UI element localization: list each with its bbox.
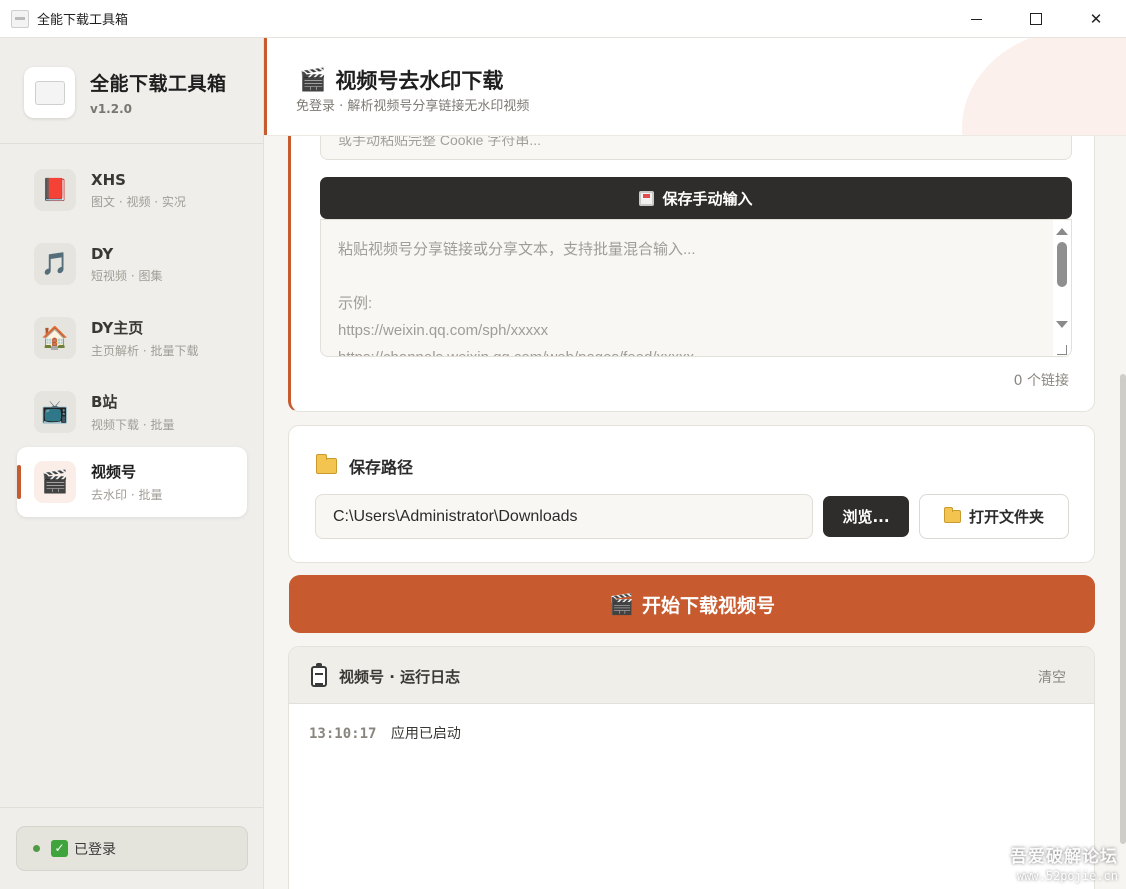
sidebar-item-subtitle: 主页解析 · 批量下载: [91, 344, 199, 358]
save-manual-label: 保存手动输入: [662, 189, 753, 208]
sidebar-divider: [0, 143, 263, 144]
open-folder-button[interactable]: 打开文件夹: [919, 494, 1069, 539]
folder-icon: [943, 507, 961, 523]
house-icon: 🏠: [34, 317, 76, 359]
resize-grip-icon[interactable]: [1057, 345, 1067, 355]
header-decoration: [962, 38, 1126, 135]
app-logo: [24, 67, 75, 118]
open-folder-label: 打开文件夹: [968, 508, 1044, 526]
app-window-icon: [11, 9, 29, 28]
sidebar-item-bilibili[interactable]: 📺 B站 视频下载 · 批量: [17, 377, 247, 447]
sidebar-item-subtitle: 图文 · 视频 · 实况: [91, 194, 186, 209]
tv-icon: 📺: [34, 391, 76, 433]
log-entry: 13:10:17 应用已启动: [309, 723, 461, 743]
scroll-up-icon[interactable]: [1056, 228, 1068, 235]
sidebar-item-label: B站: [91, 393, 118, 411]
log-card: 视频号 · 运行日志 清空 13:10:17 应用已启动: [288, 646, 1095, 889]
sidebar-item-label: DY: [91, 244, 114, 263]
forum-watermark: 吾爱破解论坛 www.52pojie.cn: [1010, 842, 1118, 883]
clear-log-button[interactable]: 清空: [1038, 667, 1066, 687]
sidebar-item-channels[interactable]: 🎬 视频号 去水印 · 批量: [17, 447, 247, 517]
main-scrollbar[interactable]: [1120, 374, 1126, 844]
clapper-icon: 🎬: [299, 67, 327, 93]
floppy-disk-icon: [639, 190, 655, 206]
book-icon: 📕: [34, 169, 76, 211]
sidebar: 全能下载工具箱 v1.2.0 📕 XHS 图文 · 视频 · 实况 🎵 DY 短…: [0, 38, 264, 889]
log-message: 应用已启动: [390, 726, 461, 742]
header-accent-bar: [264, 38, 267, 135]
watermark-line2: www.52pojie.cn: [1016, 869, 1118, 883]
music-note-icon: 🎵: [34, 243, 76, 285]
link-input-card: 或手动粘贴完整 Cookie 字符串... 保存手动输入 粘贴视频号分享链接或分…: [288, 98, 1095, 412]
start-download-label: 开始下载视频号: [641, 594, 775, 617]
textarea-scrollbar[interactable]: [1053, 220, 1071, 356]
sidebar-item-label: 视频号: [91, 463, 137, 481]
page-header: 🎬 视频号去水印下载 免登录 · 解析视频号分享链接无水印视频: [264, 38, 1126, 136]
clapper-icon: 🎬: [34, 461, 76, 503]
brand: 全能下载工具箱 v1.2.0: [24, 67, 227, 118]
sidebar-item-subtitle: 短视频 · 图集: [91, 268, 163, 283]
brand-name: 全能下载工具箱: [90, 73, 227, 95]
folder-icon: [316, 454, 337, 474]
sidebar-item-dy-home[interactable]: 🏠 DY主页 主页解析 · 批量下载: [17, 303, 247, 373]
sidebar-item-label: XHS: [91, 170, 126, 189]
maximize-button[interactable]: [1006, 0, 1066, 38]
save-path-label: 保存路径: [349, 458, 414, 477]
page-title: 🎬 视频号去水印下载: [299, 65, 503, 95]
start-download-button[interactable]: 🎬 开始下载视频号: [289, 575, 1095, 633]
scroll-down-icon[interactable]: [1056, 321, 1068, 328]
save-manual-button[interactable]: 保存手动输入: [320, 177, 1072, 219]
clapper-icon: 🎬: [609, 592, 634, 616]
sidebar-item-subtitle: 视频下载 · 批量: [91, 418, 175, 432]
sidebar-item-dy[interactable]: 🎵 DY 短视频 · 图集: [17, 229, 247, 299]
log-header: 视频号 · 运行日志 清空: [289, 647, 1094, 704]
page-subtitle: 免登录 · 解析视频号分享链接无水印视频: [296, 99, 530, 114]
save-path-card: 保存路径 C:\Users\Administrator\Downloads 浏览…: [288, 425, 1095, 563]
log-title-text: 视频号 · 运行日志: [339, 668, 461, 686]
page-title-text: 视频号去水印下载: [335, 69, 504, 93]
close-button[interactable]: ✕: [1066, 0, 1126, 38]
brand-version: v1.2.0: [90, 102, 132, 116]
check-icon: ✓: [51, 840, 68, 857]
window-title: 全能下载工具箱: [37, 13, 129, 28]
links-textarea[interactable]: 粘贴视频号分享链接或分享文本，支持批量混合输入... 示例: https://w…: [320, 219, 1072, 357]
sidebar-bottom-divider: [0, 807, 263, 808]
window-titlebar: 全能下载工具箱 ✕: [0, 0, 1126, 38]
save-path-input[interactable]: C:\Users\Administrator\Downloads: [315, 494, 813, 539]
sidebar-item-label: DY主页: [91, 319, 144, 337]
links-placeholder: 粘贴视频号分享链接或分享文本，支持批量混合输入... 示例: https://w…: [338, 241, 696, 356]
browse-button[interactable]: 浏览...: [823, 496, 909, 537]
link-count: 0 个链接: [1013, 373, 1069, 389]
login-status[interactable]: ✓ 已登录: [16, 826, 248, 871]
sidebar-item-subtitle: 去水印 · 批量: [91, 488, 163, 502]
scroll-thumb[interactable]: [1057, 242, 1067, 287]
log-timestamp: 13:10:17: [309, 726, 377, 742]
main-content: 或手动粘贴完整 Cookie 字符串... 保存手动输入 粘贴视频号分享链接或分…: [264, 38, 1126, 889]
status-dot-icon: [33, 845, 40, 852]
window-controls: ✕: [946, 0, 1126, 38]
sidebar-item-xhs[interactable]: 📕 XHS 图文 · 视频 · 实况: [17, 155, 247, 225]
log-title: 视频号 · 运行日志: [311, 663, 461, 687]
minimize-button[interactable]: [946, 0, 1006, 38]
clipboard-icon: [311, 663, 327, 687]
login-status-text: 已登录: [74, 841, 116, 858]
watermark-line1: 吾爱破解论坛: [1010, 847, 1118, 867]
save-path-title: 保存路径: [316, 454, 413, 478]
